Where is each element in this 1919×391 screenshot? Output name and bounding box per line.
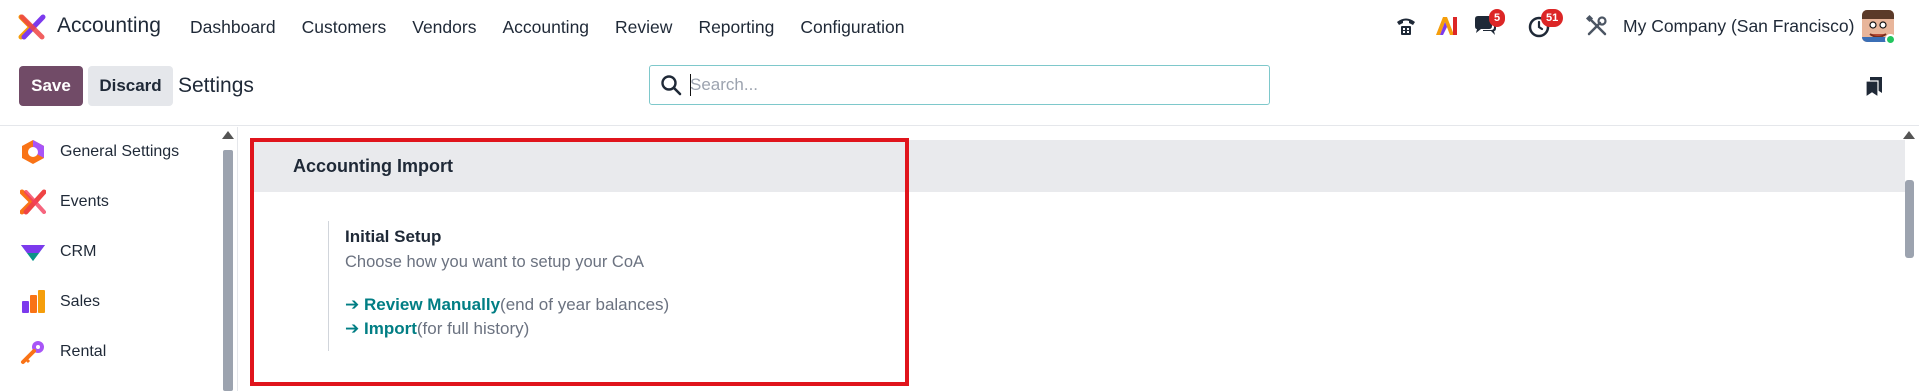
discard-button[interactable]: Discard bbox=[88, 66, 173, 106]
sidebar-scroll-up-arrow[interactable] bbox=[222, 131, 234, 139]
menu-accounting[interactable]: Accounting bbox=[502, 17, 589, 38]
tools-icon[interactable] bbox=[1584, 13, 1610, 39]
app-name[interactable]: Accounting bbox=[57, 14, 161, 38]
menu-reporting[interactable]: Reporting bbox=[698, 17, 774, 38]
sales-icon bbox=[22, 290, 45, 313]
menu-dashboard[interactable]: Dashboard bbox=[190, 17, 276, 38]
text-caret bbox=[690, 74, 691, 96]
crm-icon bbox=[21, 245, 45, 261]
breadcrumb: Settings bbox=[178, 74, 254, 97]
rental-icon bbox=[21, 341, 44, 364]
main-menu: Dashboard Customers Vendors Accounting R… bbox=[190, 0, 930, 54]
sidebar-item-label: Events bbox=[60, 193, 109, 210]
phone-icon[interactable] bbox=[1393, 13, 1419, 39]
control-panel: Save Discard Settings bbox=[0, 54, 1919, 126]
highlight-annotation-box bbox=[250, 138, 909, 386]
content-scroll-up-arrow[interactable] bbox=[1903, 131, 1915, 139]
menu-review[interactable]: Review bbox=[615, 17, 672, 38]
sidebar-item-sales[interactable]: Sales bbox=[0, 277, 220, 327]
general-settings-icon bbox=[22, 140, 44, 164]
sidebar-item-label: General Settings bbox=[60, 143, 180, 160]
sidebar-item-rental[interactable]: Rental bbox=[0, 327, 220, 377]
bookmark-icon[interactable] bbox=[1864, 76, 1884, 98]
sidebar-scrollbar-thumb[interactable] bbox=[223, 150, 233, 391]
menu-customers[interactable]: Customers bbox=[302, 17, 387, 38]
search-box[interactable] bbox=[649, 65, 1270, 105]
activities-badge: 51 bbox=[1541, 9, 1564, 27]
content-scrollbar-thumb[interactable] bbox=[1905, 180, 1914, 258]
sidebar-item-label: CRM bbox=[60, 243, 97, 260]
save-button[interactable]: Save bbox=[19, 66, 83, 106]
online-status-dot bbox=[1885, 34, 1896, 45]
menu-configuration[interactable]: Configuration bbox=[800, 17, 904, 38]
sidebar-item-general-settings[interactable]: General Settings bbox=[0, 127, 220, 177]
top-navbar: Accounting Dashboard Customers Vendors A… bbox=[0, 0, 1919, 54]
menu-vendors[interactable]: Vendors bbox=[412, 17, 476, 38]
accounting-app-icon[interactable] bbox=[18, 13, 46, 41]
sidebar-item-label: Rental bbox=[60, 343, 107, 360]
messages-badge: 5 bbox=[1489, 9, 1506, 27]
sidebar-item-events[interactable]: Events bbox=[0, 177, 220, 227]
search-icon bbox=[661, 75, 682, 96]
settings-sidebar: General Settings Events CRM Sales Rental bbox=[0, 127, 237, 391]
sidebar-item-crm[interactable]: CRM bbox=[0, 227, 220, 277]
sidebar-item-label: Sales bbox=[60, 293, 101, 310]
company-switcher[interactable]: My Company (San Francisco) bbox=[1623, 16, 1854, 37]
search-input[interactable] bbox=[690, 72, 1250, 98]
events-icon bbox=[20, 189, 46, 215]
ai-icon[interactable] bbox=[1433, 13, 1459, 39]
